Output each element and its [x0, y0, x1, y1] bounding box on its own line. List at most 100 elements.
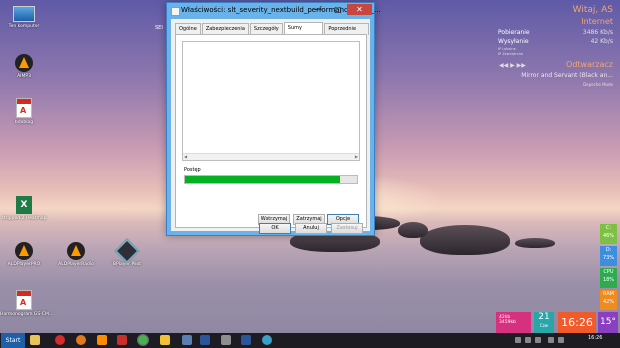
artist-name: Depeche Mode [583, 82, 613, 87]
horizontal-scrollbar[interactable]: ◀ ▶ [183, 153, 359, 160]
desktop-icon-label: stripped.2.Heatmap [1, 216, 47, 221]
gauge-value: 73% [602, 255, 615, 261]
media-player-icon[interactable] [182, 335, 192, 345]
file-icon [171, 7, 180, 16]
ram-gauge: RAM 42% [600, 290, 617, 310]
progress-bar [184, 175, 358, 184]
desktop-icon-bdoblog[interactable]: A bdoblog [0, 98, 48, 126]
temperature-value: 15° [600, 317, 616, 327]
desktop-icon-this-pc[interactable]: Ten komputer [0, 6, 48, 30]
desktop-icon-bplayer-pilot[interactable]: BPlayer Pilot [103, 238, 151, 268]
firefox-icon[interactable] [76, 335, 86, 345]
time-tile: 16:26 [558, 312, 596, 333]
gauge-value: 46% [602, 233, 615, 239]
pdf-file-icon: A [16, 98, 32, 118]
cancel-button[interactable]: Anuluj [295, 223, 327, 234]
excel-file-icon: X [16, 196, 32, 214]
maximize-button[interactable]: □ [328, 4, 348, 15]
desktop-icon-aldplayer-radio[interactable]: ALDPlayerRadio [52, 242, 100, 268]
desktop: Ten komputer AIMP3 A bdoblog X stripped.… [0, 0, 620, 348]
ok-button[interactable]: OK [259, 223, 291, 234]
properties-dialog[interactable]: Właściwości: slt_severity_nextbuild_perf… [166, 2, 381, 236]
desktop-icon-heatmap[interactable]: X stripped.2.Heatmap [0, 196, 48, 222]
vlc-taskbar-icon[interactable] [97, 335, 107, 345]
rock [398, 222, 428, 238]
file-explorer-icon[interactable] [30, 335, 40, 345]
gauge-label: CPU [603, 269, 614, 275]
checksum-list[interactable]: ◀ ▶ [182, 41, 360, 161]
aimp-icon [15, 54, 33, 72]
dialog-titlebar[interactable]: Właściwości: slt_severity_nextbuild_perf… [167, 3, 381, 19]
gauge-value: 18% [602, 277, 615, 283]
start-button[interactable]: Start [1, 333, 25, 348]
desktop-icon-label: bdoblog [14, 120, 34, 125]
download-row: Pobieranie 3486 Kb/s [498, 29, 613, 37]
word-icon[interactable] [200, 335, 210, 345]
settings-app-icon[interactable] [262, 335, 272, 345]
gauge-label: C: [605, 225, 612, 231]
progress-fill [185, 176, 340, 183]
gauge-value: 42% [602, 299, 615, 305]
desktop-icon-label: AIMP3 [17, 74, 31, 79]
tray-icon[interactable] [515, 337, 521, 343]
chrome-icon[interactable] [137, 334, 149, 346]
internet-title: Internet [581, 17, 613, 26]
desktop-icon-aldplayer-pro[interactable]: ALDPlayerPRO [0, 242, 48, 268]
minimize-button[interactable]: — [308, 4, 328, 15]
desktop-partial-label: SEI [155, 25, 163, 31]
drive-d-gauge: D: 73% [600, 246, 617, 266]
word-document-icon[interactable] [241, 335, 251, 345]
computer-icon [13, 6, 35, 22]
volume-icon[interactable] [548, 337, 554, 343]
app-icon[interactable] [221, 335, 231, 345]
scroll-left-icon[interactable]: ◀ [184, 154, 187, 160]
upload-row: Wysyłanie 42 Kb/s [498, 38, 613, 46]
system-info-widget: Witaj, AS Internet Pobieranie 3486 Kb/s … [497, 2, 613, 88]
download-value: 3486 Kb/s [582, 29, 613, 36]
upload-label: Wysyłanie [498, 38, 529, 45]
explorer-window-icon[interactable] [160, 335, 170, 345]
rock [515, 238, 555, 248]
download-label: Pobieranie [498, 29, 530, 36]
gauge-label: D: [605, 247, 612, 253]
close-button[interactable]: ✕ [347, 4, 372, 15]
network-icon[interactable] [558, 337, 564, 343]
progress-label: Postęp [184, 167, 201, 173]
song-title: Mirror and Servant (Black an... [521, 72, 613, 79]
dialog-body: Ogólne Zabezpieczenia Szczegóły Sumy kon… [171, 19, 370, 234]
ip-local-label: IP Lokalne [498, 47, 516, 51]
tab-strip: Ogólne Zabezpieczenia Szczegóły Sumy kon… [175, 22, 370, 43]
pdf-reader-icon[interactable] [117, 335, 127, 345]
desktop-icon-label: ALDPlayerPRO [7, 262, 41, 267]
cpu-gauge: CPU 18% [600, 268, 617, 288]
tray-icon[interactable] [535, 337, 541, 343]
drive-c-gauge: C: 46% [600, 224, 617, 244]
date-tile: 21 Czw [534, 312, 554, 333]
desktop-icon-label: ALDPlayerRadio [58, 262, 94, 267]
tray-icon[interactable] [525, 337, 531, 343]
desktop-icon-harmonogram[interactable]: A Harmonogram GS-CM... [0, 290, 53, 318]
time-value: 16:26 [561, 316, 593, 329]
taskbar-clock[interactable]: 16:26 [588, 335, 602, 341]
scroll-right-icon[interactable]: ▶ [355, 154, 358, 160]
player-controls[interactable]: ◀◀ ▶ ▶▶ [499, 62, 526, 69]
opera-icon[interactable] [55, 335, 65, 345]
checksums-panel: ◀ ▶ Postęp Wstrzymaj Zatrzymaj Opcje [175, 34, 367, 228]
ip-external-label: IP Zewnętrzne [498, 52, 524, 56]
taskbar: Start 16:26 [0, 333, 620, 348]
rock [420, 225, 510, 255]
player-title: Odtwarzacz [566, 60, 613, 69]
date-day: 21 [538, 312, 550, 322]
upload-value: 42 Kb/s [590, 38, 613, 45]
net-up-value: 3459kb [499, 320, 516, 325]
pdf-file-icon: A [16, 290, 32, 310]
date-month: Czw [539, 323, 549, 328]
gauge-label: RAM [602, 291, 614, 297]
desktop-icon-aimp[interactable]: AIMP3 [0, 54, 48, 80]
apply-button[interactable]: Zastosuj [331, 223, 363, 234]
vlc-icon [67, 242, 85, 260]
desktop-icon-label: Ten komputer [8, 24, 40, 29]
weather-tile: 15° [598, 312, 618, 333]
greeting-text: Witaj, AS [572, 5, 613, 15]
diamond-app-icon [114, 238, 140, 264]
